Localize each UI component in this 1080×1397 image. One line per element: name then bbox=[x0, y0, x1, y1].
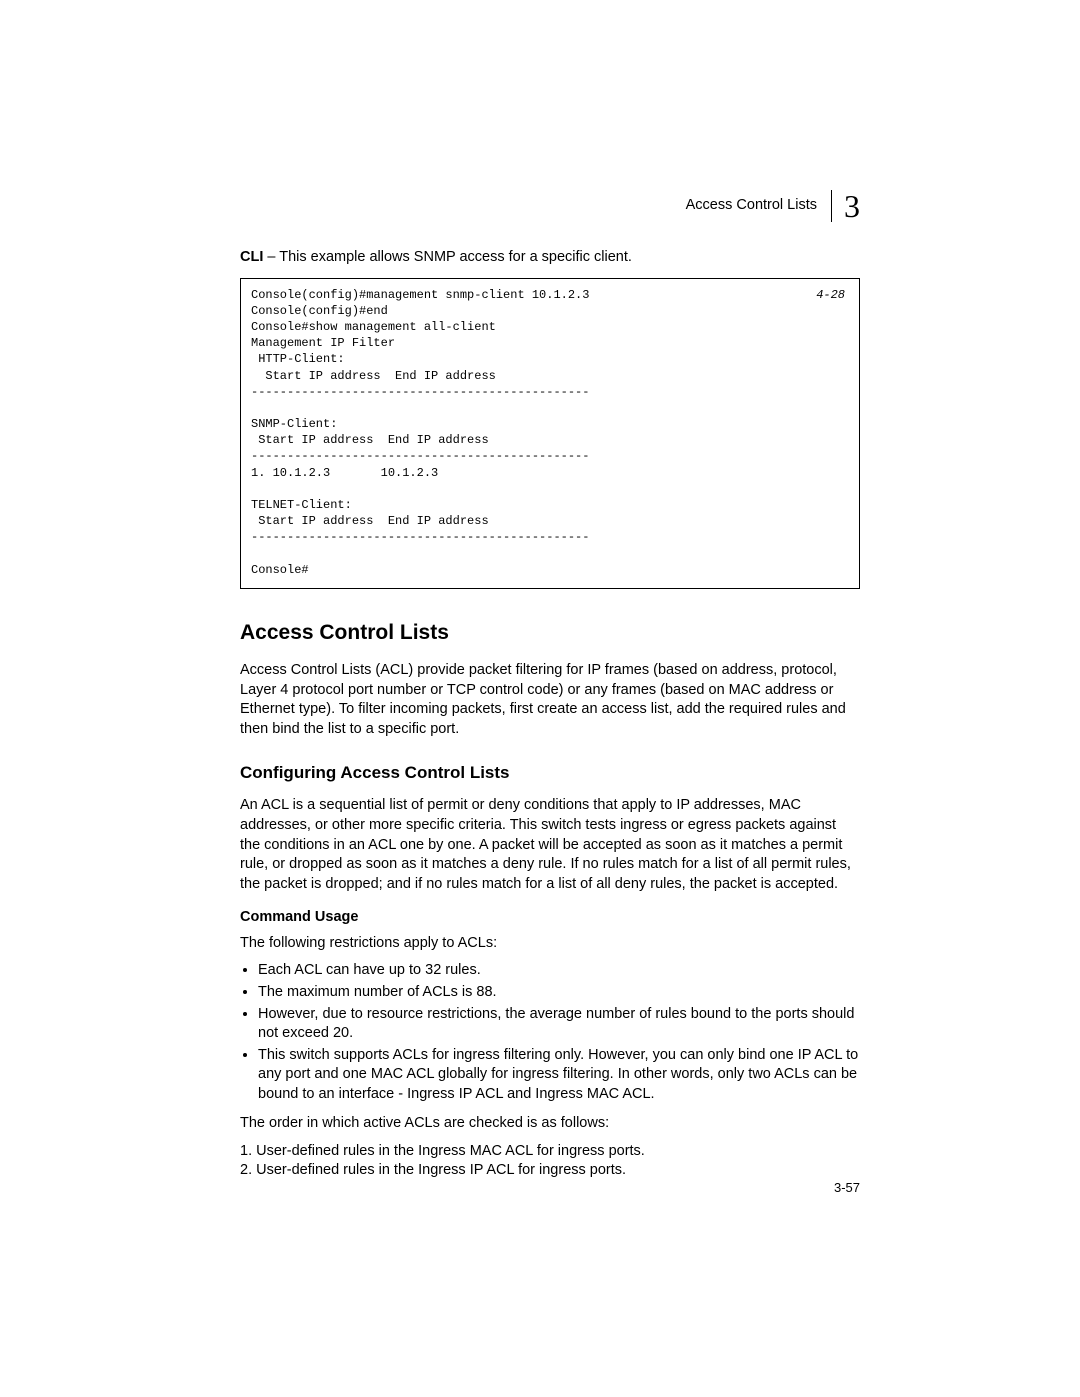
list-item: This switch supports ACLs for ingress fi… bbox=[258, 1046, 860, 1105]
section-heading: Access Control Lists bbox=[240, 619, 860, 647]
subsection-heading: Configuring Access Control Lists bbox=[240, 762, 860, 785]
chapter-number: 3 bbox=[831, 190, 860, 222]
section-paragraph: Access Control Lists (ACL) provide packe… bbox=[240, 661, 860, 739]
cli-rest: – This example allows SNMP access for a … bbox=[263, 249, 632, 265]
list-item: 1. User-defined rules in the Ingress MAC… bbox=[240, 1142, 860, 1162]
list-item: The maximum number of ACLs is 88. bbox=[258, 983, 860, 1003]
command-usage-heading: Command Usage bbox=[240, 908, 860, 928]
list-item: However, due to resource restrictions, t… bbox=[258, 1005, 860, 1044]
page-content: Access Control Lists 3 CLI – This exampl… bbox=[0, 0, 1080, 1397]
order-intro: The order in which active ACLs are check… bbox=[240, 1114, 860, 1134]
cli-prefix: CLI bbox=[240, 249, 263, 265]
code-body: Console(config)#management snmp-client 1… bbox=[251, 288, 589, 577]
cli-intro: CLI – This example allows SNMP access fo… bbox=[240, 248, 860, 268]
list-item: Each ACL can have up to 32 rules. bbox=[258, 961, 860, 981]
header-title: Access Control Lists bbox=[686, 196, 817, 216]
subsection-paragraph: An ACL is a sequential list of permit or… bbox=[240, 796, 860, 894]
code-block: 4-28 Console(config)#management snmp-clie… bbox=[240, 278, 860, 589]
restrictions-list: Each ACL can have up to 32 rules. The ma… bbox=[240, 961, 860, 1104]
page-header: Access Control Lists 3 bbox=[240, 190, 860, 222]
page-number: 3-57 bbox=[834, 1179, 860, 1197]
order-list: 1. User-defined rules in the Ingress MAC… bbox=[240, 1142, 860, 1181]
list-item: 2. User-defined rules in the Ingress IP … bbox=[240, 1161, 860, 1181]
restrictions-intro: The following restrictions apply to ACLs… bbox=[240, 934, 860, 954]
code-reference: 4-28 bbox=[816, 287, 845, 303]
